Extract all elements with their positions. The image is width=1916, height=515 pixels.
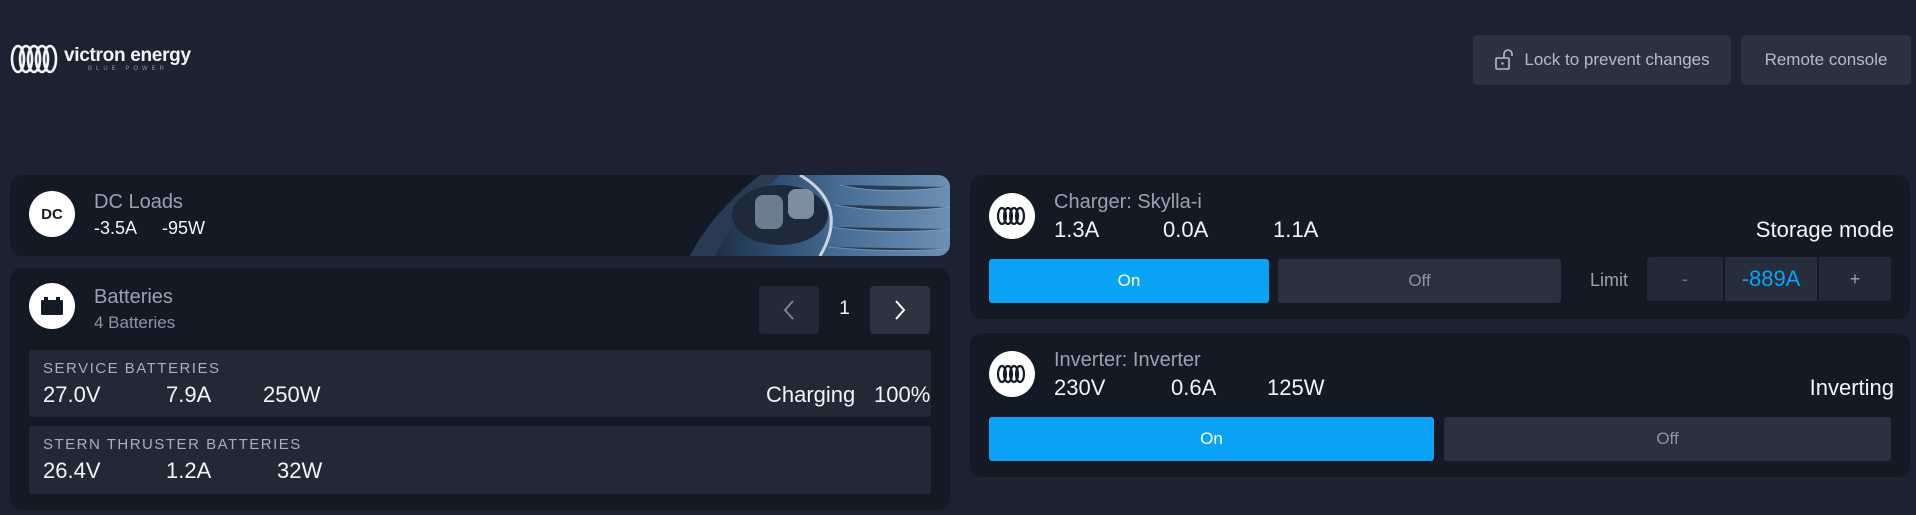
inverter-value-2: 0.6A [1171,375,1217,400]
charger-value-1: 1.3A [1054,217,1100,242]
victron-device-icon [996,206,1026,226]
battery-name: STERN THRUSTER BATTERIES [43,436,302,453]
battery-row-service[interactable]: SERVICE BATTERIES 27.0V 7.9A 250W Chargi… [29,350,931,417]
brand-logo: victron energy BLUE POWER [10,42,191,76]
dc-loads-current: -3.5A [94,218,138,238]
inverter-badge [989,351,1035,397]
charger-panel: Charger: Skylla-i 1.3A 0.0A 1.1A Storage… [970,175,1910,319]
chevron-right-icon [895,300,906,320]
previous-page-button[interactable] [759,286,819,334]
inverter-panel: Inverter: Inverter 230V 0.6A 125W Invert… [970,333,1910,477]
battery-name: SERVICE BATTERIES [43,360,221,377]
remote-console-button[interactable]: Remote console [1741,35,1911,85]
battery-row-stern-thruster[interactable]: STERN THRUSTER BATTERIES 26.4V 1.2A 32W [29,426,931,494]
batteries-subtitle: 4 Batteries [94,313,176,332]
limit-increase-button[interactable]: + [1819,257,1891,301]
battery-badge [29,283,75,329]
limit-value[interactable]: -889A [1725,257,1817,301]
next-page-button[interactable] [870,286,930,334]
lock-button[interactable]: Lock to prevent changes [1473,35,1731,85]
remote-console-label: Remote console [1764,50,1888,69]
dc-loads-title: DC Loads [94,191,183,213]
battery-current: 7.9A [166,382,212,407]
dc-icon: DC [29,191,75,237]
brand-name: victron energy [64,44,191,66]
inverter-value-1: 230V [1054,375,1106,400]
battery-current: 1.2A [166,458,212,483]
charger-value-2: 0.0A [1163,217,1209,242]
lock-icon [1495,49,1514,70]
brand-tagline: BLUE POWER [88,65,169,72]
batteries-panel: Batteries 4 Batteries 1 SERVICE BATTERIE… [10,268,950,510]
charger-mode: Storage mode [1755,217,1894,242]
dc-loads-power: -95W [162,218,206,238]
inverter-value-3: 125W [1267,375,1325,400]
charger-badge [989,193,1035,239]
inverter-on-button[interactable]: On [989,417,1434,461]
battery-state: Charging [766,382,856,407]
charger-limit-stepper: - -889A + [1647,257,1893,301]
battery-power: 32W [277,458,323,483]
charger-on-button[interactable]: On [989,259,1269,303]
lock-button-label: Lock to prevent changes [1524,50,1710,69]
inverter-off-button[interactable]: Off [1444,417,1891,461]
victron-logo-icon [10,44,58,74]
victron-device-icon [996,364,1026,384]
battery-power: 250W [263,382,321,407]
charger-limit-label: Limit [1590,270,1629,290]
limit-decrease-button[interactable]: - [1647,257,1723,301]
page-number: 1 [839,298,850,319]
chevron-left-icon [783,300,794,320]
charger-off-button[interactable]: Off [1278,259,1561,303]
battery-voltage: 27.0V [43,382,101,407]
charger-value-3: 1.1A [1273,217,1319,242]
batteries-title: Batteries [94,286,173,308]
battery-soc: 100% [874,382,931,407]
battery-icon [41,297,63,315]
dc-icon-text: DC [41,205,63,223]
inverter-title: Inverter: Inverter [1054,349,1201,371]
battery-voltage: 26.4V [43,458,101,483]
boat-image [650,175,950,256]
inverter-mode: Inverting [1809,375,1894,400]
dc-loads-panel[interactable]: DC DC Loads -3.5A -95W [10,175,950,256]
charger-title: Charger: Skylla-i [1054,191,1202,213]
